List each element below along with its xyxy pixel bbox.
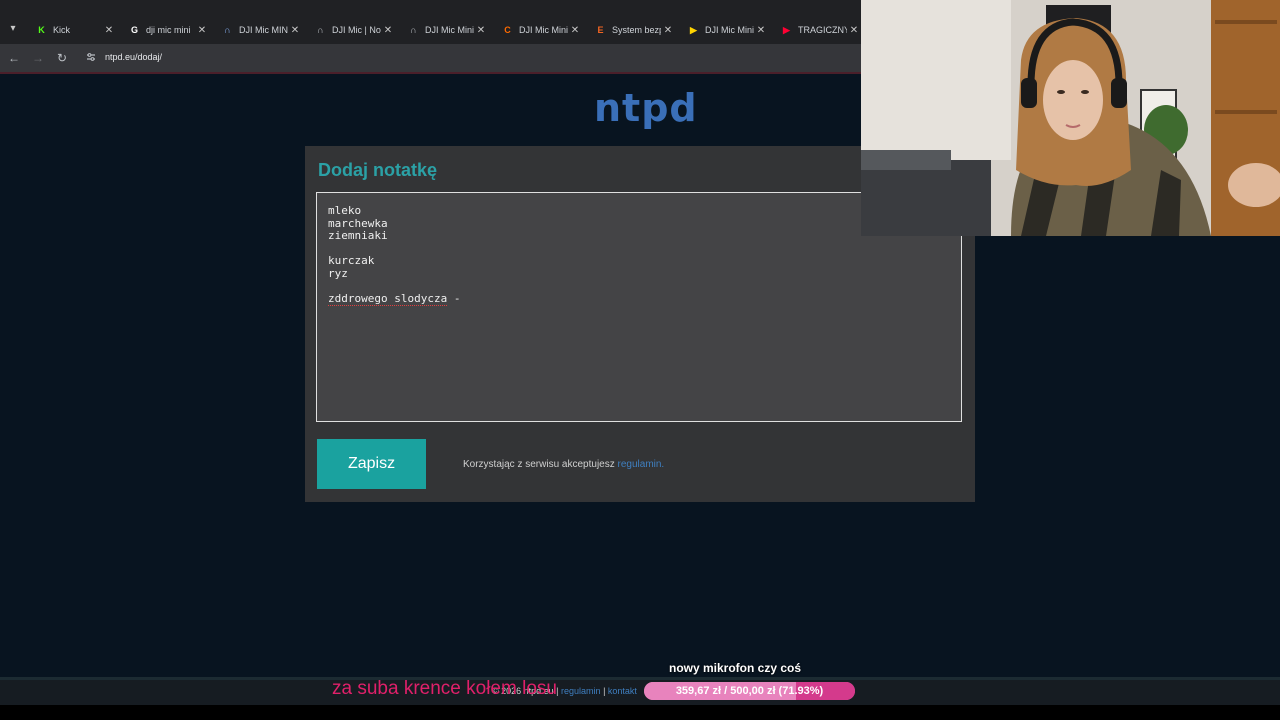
browser-tab[interactable]: ▶ TRAGICZNY ✕ xyxy=(772,18,865,42)
browser-tab[interactable]: E System bezp ✕ xyxy=(586,18,679,42)
tab-title: DJI Mic MINI xyxy=(239,25,288,35)
terms-link[interactable]: regulamin. xyxy=(618,459,665,470)
tab-search-chevron-icon[interactable]: ▾ xyxy=(5,20,21,38)
tab-close-icon[interactable]: ✕ xyxy=(195,25,209,36)
url-input[interactable]: ntpd.eu/dodaj/ xyxy=(105,52,162,62)
save-button[interactable]: Zapisz xyxy=(317,439,426,489)
donation-goal-progress-bar: 359,67 zł / 500,00 zł (71.93%) xyxy=(644,682,855,700)
tab-title: TRAGICZNY xyxy=(798,25,847,35)
site-settings-icon[interactable] xyxy=(86,52,96,62)
site-logo[interactable]: ntpd xyxy=(594,86,698,130)
sub-wheel-overlay-text: za suba krence kołem losu xyxy=(332,678,557,699)
browser-tab[interactable]: ∩ DJI Mic MINI ✕ xyxy=(213,18,306,42)
webcam-overlay xyxy=(861,0,1280,236)
tab-favicon-icon: ∩ xyxy=(317,24,324,35)
browser-tab[interactable]: ▶ DJI Mic Mini ✕ xyxy=(679,18,772,42)
tab-close-icon[interactable]: ✕ xyxy=(474,25,488,36)
tab-favicon-icon: ▶ xyxy=(690,24,697,35)
tab-close-icon[interactable]: ✕ xyxy=(102,25,116,36)
note-text: mleko marchewka ziemniaki kurczak ryz zd… xyxy=(328,204,461,307)
browser-tab[interactable]: ∩ DJI Mic Mini ✕ xyxy=(399,18,492,42)
tab-title: DJI Mic Mini xyxy=(425,25,474,35)
terms-text: Korzystając z serwisu akceptujesz xyxy=(463,459,618,470)
note-lines: mleko marchewka ziemniaki kurczak ryz xyxy=(328,204,388,280)
forward-arrow-icon[interactable]: → xyxy=(30,50,46,66)
tab-title: DJI Mic Mini xyxy=(519,25,568,35)
tab-close-icon[interactable]: ✕ xyxy=(847,25,861,36)
tab-favicon-icon: ▶ xyxy=(783,24,790,35)
tab-close-icon[interactable]: ✕ xyxy=(661,25,675,36)
tab-favicon-icon: K xyxy=(38,24,45,35)
tab-close-icon[interactable]: ✕ xyxy=(381,25,395,36)
tab-title: DJI Mic | No xyxy=(332,25,381,35)
tab-title: Kick xyxy=(53,25,71,35)
tab-close-icon[interactable]: ✕ xyxy=(754,25,768,36)
tab-favicon-icon: C xyxy=(504,24,511,35)
footer-bar xyxy=(0,677,1280,705)
tab-favicon-icon: G xyxy=(130,24,138,35)
tab-favicon-icon: ∩ xyxy=(410,24,417,35)
donation-goal-label: nowy mikrofon czy coś xyxy=(669,661,802,675)
tab-favicon-icon: E xyxy=(597,24,604,35)
footer-terms-link[interactable]: regulamin xyxy=(561,686,601,696)
tab-title: dji mic mini xyxy=(146,25,191,35)
tab-title: DJI Mic Mini xyxy=(705,25,754,35)
streamer-webcam-image xyxy=(861,0,1280,236)
footer-separator: | xyxy=(600,686,608,696)
tab-close-icon[interactable]: ✕ xyxy=(568,25,582,36)
terms-notice: Korzystając z serwisu akceptujesz regula… xyxy=(463,459,664,470)
misspelled-line: zddrowego slodycza xyxy=(328,292,448,307)
donation-goal-text: 359,67 zł / 500,00 zł (71.93%) xyxy=(675,685,824,697)
page-title: Dodaj notatkę xyxy=(318,160,438,180)
browser-tab[interactable]: K Kick ✕ xyxy=(27,18,120,42)
footer-contact-link[interactable]: kontakt xyxy=(608,686,637,696)
tab-favicon-icon: ∩ xyxy=(224,24,231,35)
browser-tab[interactable]: ∩ DJI Mic | No ✕ xyxy=(306,18,399,42)
screen-bottom-edge xyxy=(0,705,1280,720)
browser-tab[interactable]: Gdji mic mini ✕ xyxy=(120,18,213,42)
back-arrow-icon[interactable]: ← xyxy=(6,50,22,66)
browser-tab[interactable]: C DJI Mic Mini ✕ xyxy=(493,18,586,42)
tab-close-icon[interactable]: ✕ xyxy=(288,25,302,36)
reload-icon[interactable]: ↻ xyxy=(54,50,70,66)
note-line-suffix: - xyxy=(447,292,461,306)
tab-title: System bezp xyxy=(612,25,661,35)
